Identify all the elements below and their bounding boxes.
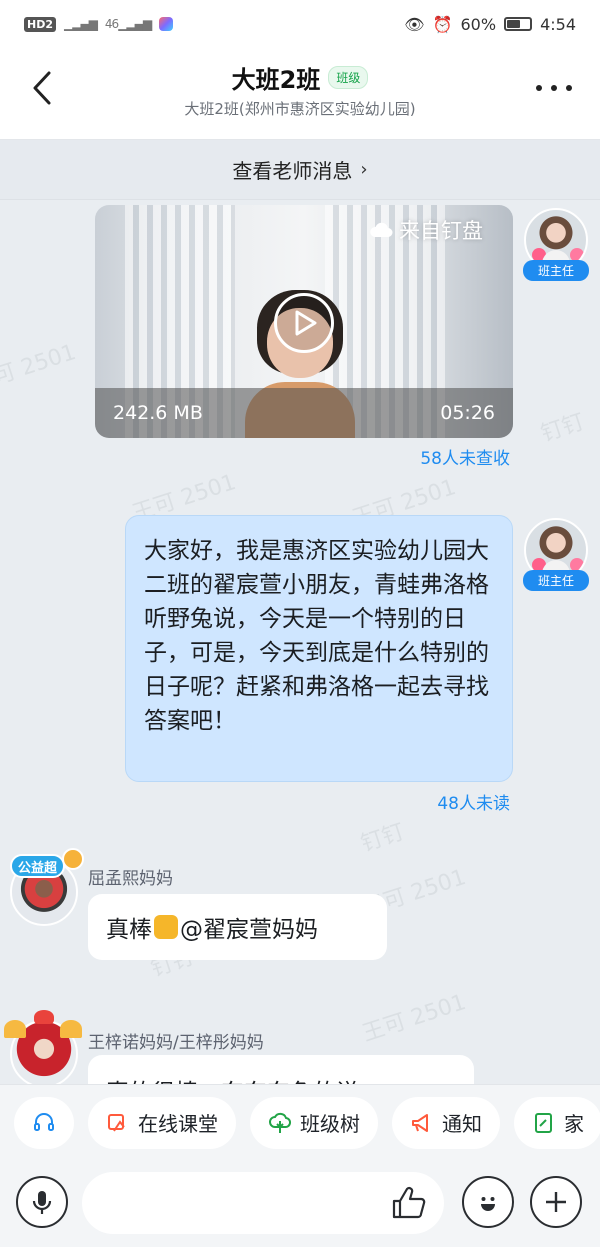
headset-icon [34,1112,54,1131]
watermark: 钉钉 [357,819,408,858]
class-tree-button[interactable]: 班级树 [250,1096,378,1149]
video-file-size: 242.6 MB [113,402,203,424]
sender-name: 王梓诺妈妈/王梓彤妈妈 [88,1033,264,1053]
reply-text: 真的很棒，东东东兔的说 [106,1073,359,1084]
play-button[interactable] [274,293,334,353]
dot-icon [566,85,572,91]
thumbs-up-emoji-icon [154,915,178,939]
battery-icon [504,17,533,31]
microphone-icon [32,1191,52,1214]
thumbs-up-icon [392,1187,426,1219]
eye-icon: 👁 [404,14,425,34]
homework-icon [535,1112,552,1133]
watermark: 钉钉 [537,409,588,448]
teacher-avatar[interactable]: 班主任 [521,518,591,591]
video-info-bar: 242.6 MB 05:26 [95,388,513,438]
charity-frame-badge: 公益超 [4,848,88,882]
megaphone-icon [412,1113,428,1132]
status-bar: HD2 ▁▂▄▆ 46▁▂▄▆ 👁 ⏰ 60% 4:54 [0,0,600,48]
notice-label: 查看老师消息 [232,159,353,183]
charity-badge-label: 公益超 [10,854,66,878]
more-actions-button[interactable] [530,1176,582,1228]
reply-bubble[interactable]: 真棒 @翟宸萱妈妈 [88,894,387,960]
customer-service-button[interactable] [14,1096,74,1149]
online-class-icon [108,1113,125,1132]
chat-header: 大班2班 班级 大班2班(郑州市惠济区实验幼儿园) [0,48,600,140]
teacher-avatar[interactable]: 班主任 [521,208,591,281]
voice-input-button[interactable] [16,1176,68,1228]
reply-bubble[interactable]: 真的很棒，东东东兔的说 [88,1055,474,1084]
class-badge: 班级 [328,66,369,89]
plus-icon [546,1192,566,1212]
video-source-label: 来自钉盘 [399,219,483,243]
class-tree-label: 班级树 [300,1112,360,1136]
mention-link[interactable]: @翟宸萱妈妈 [180,910,318,944]
emoji-button[interactable] [462,1176,514,1228]
chevron-right-icon: › [360,159,368,180]
chat-subtitle: 大班2班(郑州市惠济区实验幼儿园) [184,100,416,118]
notice-label: 通知 [442,1112,482,1136]
online-class-button[interactable]: 在线课堂 [88,1096,236,1149]
reply-text: 真棒 [106,917,152,943]
video-source: 来自钉盘 [369,215,483,245]
alarm-icon: ⏰ [432,14,453,34]
video-message[interactable]: 来自钉盘 242.6 MB 05:26 [95,205,513,438]
dot-icon [551,85,557,91]
emoji-icon [481,1197,495,1211]
battery-level [507,20,521,28]
notice-button[interactable]: 通知 [392,1096,500,1149]
watermark: 王可 2501 [0,339,80,397]
teacher-text-bubble[interactable]: 大家好，我是惠济区实验幼儿园大二班的翟宸萱小朋友，青蛙弗洛格听野兔说，今天是一个… [125,515,513,782]
watermark: 王可 2501 [359,989,470,1047]
online-class-label: 在线课堂 [138,1112,218,1136]
clock: 4:54 [540,14,576,34]
battery-percent: 60% [460,14,497,34]
chat-area[interactable]: 王可 2501 王可 2501 钉钉 王可 2501 钉钉 王可 2501 钉钉… [0,200,600,1084]
video-duration: 05:26 [440,402,495,424]
sender-name: 屈孟熙妈妈 [88,869,173,889]
like-button[interactable] [388,1182,430,1224]
head-teacher-tag: 班主任 [523,570,589,591]
video-read-status[interactable]: 58人未查收 [420,444,510,469]
trophy-icon [62,848,84,870]
homework-button[interactable]: 家 [514,1096,600,1149]
hd-indicator: HD2 [24,16,56,32]
app-notification-icon [159,17,174,31]
text-read-status[interactable]: 48人未读 [437,789,510,814]
tree-icon [269,1112,292,1133]
signal-icon: ▁▂▄▆ [64,17,98,31]
rooster-frame-icon [4,1008,84,1044]
dot-icon [536,85,542,91]
homework-label: 家 [564,1112,584,1136]
head-teacher-tag: 班主任 [523,260,589,281]
play-icon [295,310,317,336]
chat-title: 大班2班 [231,66,321,94]
view-teacher-messages-bar[interactable]: 查看老师消息 › [0,140,600,200]
cloud-icon [370,222,393,237]
more-options-button[interactable] [536,76,572,100]
quick-actions-toolbar: 在线课堂 班级树 通知 家 [0,1084,600,1160]
signal-4g-icon: 46▁▂▄▆ [104,17,152,31]
message-input-bar [0,1160,600,1247]
